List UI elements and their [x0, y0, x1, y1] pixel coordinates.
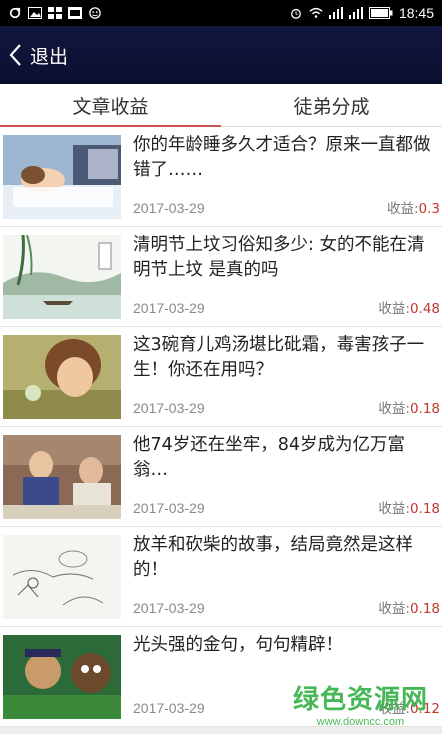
signal-icon	[348, 7, 363, 19]
earnings: 收益:0.18	[378, 597, 440, 617]
watermark-text: 绿色资源网	[292, 685, 428, 715]
earnings-label: 收益:	[378, 301, 410, 317]
article-date: 2017-03-29	[133, 400, 205, 416]
status-right-icons: 18:45	[289, 5, 434, 21]
earnings-label: 收益:	[386, 201, 419, 217]
article-thumbnail	[3, 135, 121, 219]
earnings: 收益:0.18	[378, 497, 440, 517]
earnings-value: 0.18	[409, 601, 440, 617]
article-title: 光头强的金句，句句精辟！	[133, 635, 343, 655]
article-item[interactable]: 清明节上坟习俗知多少: 女的不能在清明节上坟 是真的吗 2017-03-29 收…	[0, 227, 442, 327]
tab-label: 文章收益	[72, 95, 149, 118]
article-date: 2017-03-29	[133, 200, 205, 216]
battery-icon	[368, 7, 393, 19]
earnings: 收益:0.48	[378, 297, 440, 317]
app-header: 退出	[0, 26, 442, 84]
signal-icon	[328, 7, 343, 19]
tab-article-earnings[interactable]: 文章收益	[0, 84, 221, 126]
earnings: 收益:0.3	[387, 197, 440, 217]
article-title: 你的年龄睡多久才适合？原来一直都做错了……	[133, 135, 431, 180]
article-thumbnail	[3, 635, 121, 719]
sim-icon	[68, 7, 82, 19]
wifi-icon	[309, 7, 323, 18]
tab-bar: 文章收益 徒弟分成	[0, 84, 442, 127]
status-time: 18:45	[398, 5, 434, 21]
article-date: 2017-03-29	[133, 600, 205, 616]
alarm-icon	[291, 8, 301, 19]
earnings-value: 0.18	[409, 501, 440, 517]
tab-label: 徒弟分成	[293, 95, 370, 118]
article-item[interactable]: 你的年龄睡多久才适合？原来一直都做错了…… 2017-03-29 收益:0.3	[0, 127, 442, 227]
earnings-label: 收益:	[378, 501, 410, 517]
watermark: 绿色资源网 www.downcc.com	[293, 679, 428, 728]
article-title: 放羊和砍柴的故事，结局竟然是这样的！	[133, 535, 413, 580]
sync-icon	[9, 7, 21, 19]
article-thumbnail	[3, 535, 121, 619]
earnings-label: 收益:	[378, 601, 410, 617]
article-thumbnail	[3, 435, 121, 519]
grid-icon	[48, 7, 62, 19]
chevron-left-icon	[9, 44, 21, 66]
article-title: 他74岁还在坐牢，84岁成为亿万富翁…	[133, 435, 406, 480]
article-date: 2017-03-29	[133, 300, 205, 316]
watermark-url: www.downcc.com	[316, 716, 405, 728]
status-left-icons	[8, 7, 102, 19]
article-thumbnail	[3, 235, 121, 319]
earnings-label: 收益:	[378, 401, 410, 417]
earnings: 收益:0.18	[378, 397, 440, 417]
image-icon	[28, 7, 42, 19]
article-date: 2017-03-29	[133, 500, 205, 516]
article-title: 清明节上坟习俗知多少: 女的不能在清明节上坟 是真的吗	[133, 235, 425, 280]
earnings-value: 0.18	[409, 401, 440, 417]
earnings-value: 0.48	[409, 301, 440, 317]
article-date: 2017-03-29	[133, 700, 205, 716]
article-thumbnail	[3, 335, 121, 419]
article-item[interactable]: 放羊和砍柴的故事，结局竟然是这样的！ 2017-03-29 收益:0.18	[0, 527, 442, 627]
smile-icon	[89, 7, 101, 19]
earnings-value: 0.3	[418, 201, 440, 217]
article-list: 你的年龄睡多久才适合？原来一直都做错了…… 2017-03-29 收益:0.3 …	[0, 127, 442, 727]
article-item[interactable]: 这3碗育儿鸡汤堪比砒霜，毒害孩子一生！你还在用吗？ 2017-03-29 收益:…	[0, 327, 442, 427]
article-title: 这3碗育儿鸡汤堪比砒霜，毒害孩子一生！你还在用吗？	[133, 335, 425, 380]
status-bar: 18:45	[0, 0, 442, 26]
tab-apprentice-share[interactable]: 徒弟分成	[221, 84, 442, 126]
back-label: 退出	[30, 45, 69, 68]
back-button[interactable]: 退出	[8, 42, 68, 69]
article-item[interactable]: 他74岁还在坐牢，84岁成为亿万富翁… 2017-03-29 收益:0.18	[0, 427, 442, 527]
